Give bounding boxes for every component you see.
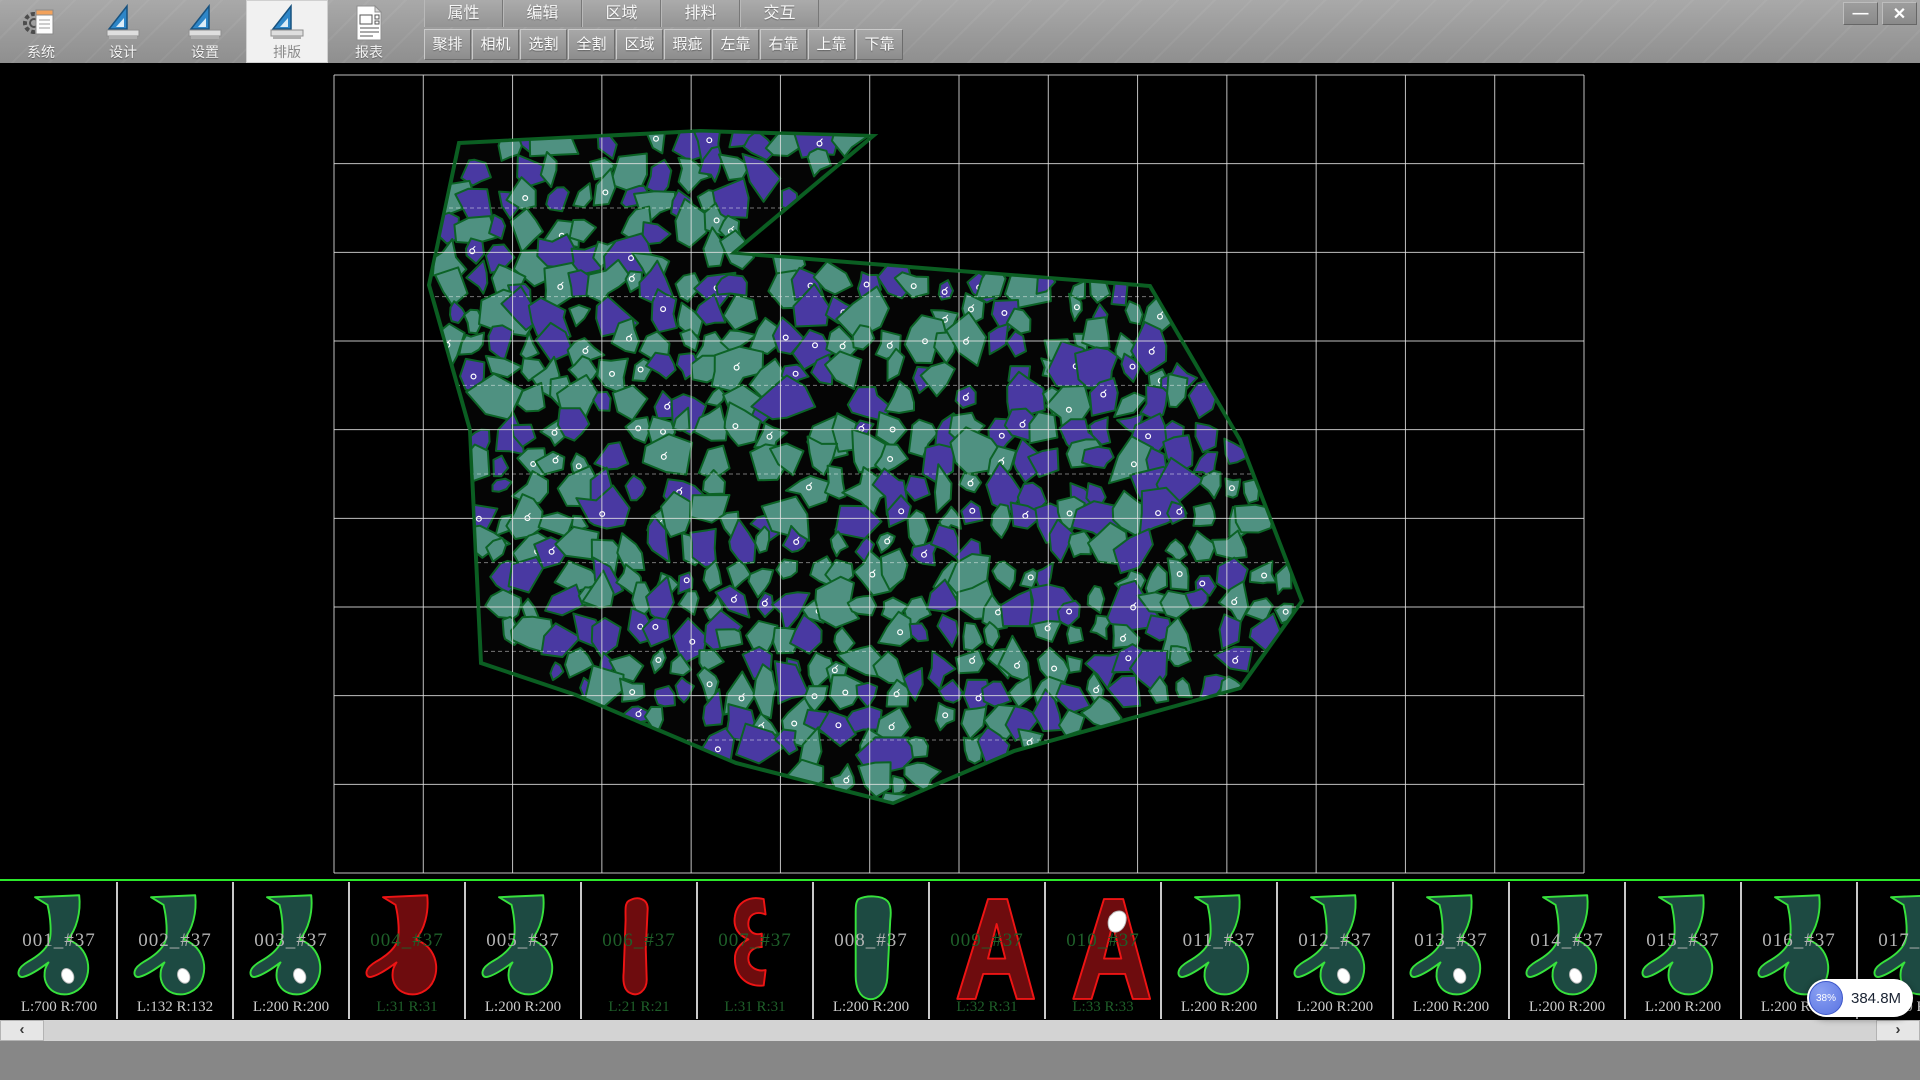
part-lr-stats: L:33 R:33 <box>1046 999 1160 1016</box>
app-button-report[interactable]: 报表 <box>328 0 410 63</box>
part-label: 005_#37 <box>466 930 580 952</box>
part-thumbnail[interactable]: 013_#37 L:200 R:200 <box>1394 882 1510 1019</box>
memory-percent: 38% <box>1816 993 1836 1004</box>
part-label: 014_#37 <box>1510 930 1624 952</box>
menu-item-nesting[interactable]: 排料 <box>661 0 740 27</box>
tool-button-snap-up[interactable]: 上靠 <box>808 29 855 60</box>
part-lr-stats: L:200 R:200 <box>1394 999 1508 1016</box>
part-label: 016_#37 <box>1742 930 1856 952</box>
gear-document-icon <box>21 3 61 43</box>
report-page-icon <box>349 3 389 43</box>
part-lr-stats: L:200 R:200 <box>466 999 580 1016</box>
part-lr-stats: L:21 R:21 <box>582 999 696 1016</box>
part-thumbnail[interactable]: 003_#37 L:200 R:200 <box>234 882 350 1019</box>
app-label: 报表 <box>355 43 383 61</box>
part-label: 006_#37 <box>582 930 696 952</box>
part-thumbnail[interactable]: 006_#37 L:21 R:21 <box>582 882 698 1019</box>
set-square-icon <box>103 3 143 43</box>
part-thumbnail[interactable]: 014_#37 L:200 R:200 <box>1510 882 1626 1019</box>
app-label: 设计 <box>109 43 137 61</box>
part-thumbnail[interactable]: 008_#37 L:200 R:200 <box>814 882 930 1019</box>
part-lr-stats: L:200 R:200 <box>1162 999 1276 1016</box>
tool-button-snap-left[interactable]: 左靠 <box>712 29 759 60</box>
part-label: 001_#37 <box>2 930 116 952</box>
part-lr-stats: L:200 R:200 <box>1510 999 1624 1016</box>
scrollbar-track[interactable] <box>44 1020 1876 1041</box>
part-thumbnail[interactable]: 012_#37 L:200 R:200 <box>1278 882 1394 1019</box>
part-label: 004_#37 <box>350 930 464 952</box>
tool-button-snap-right[interactable]: 右靠 <box>760 29 807 60</box>
tool-button-snap-down[interactable]: 下靠 <box>856 29 903 60</box>
menu-item-edit[interactable]: 编辑 <box>503 0 582 27</box>
app-label: 排版 <box>273 43 301 61</box>
window-controls: — ✕ <box>1843 2 1917 25</box>
part-thumbnail[interactable]: 005_#37 L:200 R:200 <box>466 882 582 1019</box>
app-button-settings[interactable]: 设置 <box>164 0 246 63</box>
tool-button-cut-all[interactable]: 全割 <box>568 29 615 60</box>
part-thumbnail[interactable]: 009_#37 L:32 R:31 <box>930 882 1046 1019</box>
app-label: 设置 <box>191 43 219 61</box>
nesting-canvas[interactable] <box>0 63 1920 879</box>
part-thumbnail[interactable]: 004_#37 L:31 R:31 <box>350 882 466 1019</box>
part-lr-stats: L:31 R:31 <box>350 999 464 1016</box>
app-label: 系统 <box>27 43 55 61</box>
part-label: 011_#37 <box>1162 930 1276 952</box>
app-icon-bar: 系统 设计 设置 <box>0 0 410 63</box>
set-square-icon <box>267 3 307 43</box>
menu-bar: 属性 编辑 区域 排料 交互 <box>424 0 819 28</box>
part-label: 002_#37 <box>118 930 232 952</box>
app-button-system[interactable]: 系统 <box>0 0 82 63</box>
tool-bar: 聚排 相机 选割 全割 区域 瑕疵 左靠 右靠 上靠 下靠 <box>424 29 904 61</box>
part-thumbnail[interactable]: 002_#37 L:132 R:132 <box>118 882 234 1019</box>
part-label: 012_#37 <box>1278 930 1392 952</box>
part-thumbnail[interactable]: 011_#37 L:200 R:200 <box>1162 882 1278 1019</box>
part-lr-stats: L:700 R:700 <box>2 999 116 1016</box>
canvas-area <box>0 63 1920 879</box>
part-lr-stats: L:200 R:200 <box>814 999 928 1016</box>
minimize-button[interactable]: — <box>1843 2 1878 25</box>
part-thumbnail[interactable]: 001_#37 L:700 R:700 <box>2 882 118 1019</box>
tool-button-camera[interactable]: 相机 <box>472 29 519 60</box>
part-lr-stats: L:132 R:132 <box>118 999 232 1016</box>
part-lr-stats: L:31 R:31 <box>698 999 812 1016</box>
tool-button-defect[interactable]: 瑕疵 <box>664 29 711 60</box>
close-button[interactable]: ✕ <box>1882 2 1917 25</box>
part-thumbnail[interactable]: 010_#37 L:33 R:33 <box>1046 882 1162 1019</box>
set-square-icon <box>185 3 225 43</box>
tool-button-cluster-nest[interactable]: 聚排 <box>424 29 471 60</box>
app-button-layout[interactable]: 排版 <box>246 0 328 63</box>
part-lr-stats: L:200 R:200 <box>1626 999 1740 1016</box>
tool-button-select-cut[interactable]: 选割 <box>520 29 567 60</box>
part-thumbnail[interactable]: 007_#37 L:31 R:31 <box>698 882 814 1019</box>
memory-percent-circle: 38% <box>1809 981 1843 1015</box>
part-label: 007_#37 <box>698 930 812 952</box>
menu-item-region[interactable]: 区域 <box>582 0 661 27</box>
part-label: 003_#37 <box>234 930 348 952</box>
part-label: 015_#37 <box>1626 930 1740 952</box>
part-label: 013_#37 <box>1394 930 1508 952</box>
menu-item-interaction[interactable]: 交互 <box>740 0 819 27</box>
tool-button-region[interactable]: 区域 <box>616 29 663 60</box>
app-button-design[interactable]: 设计 <box>82 0 164 63</box>
part-thumbnail[interactable]: 015_#37 L:200 R:200 <box>1626 882 1742 1019</box>
part-label: 009_#37 <box>930 930 1044 952</box>
horizontal-scrollbar[interactable]: ‹ › <box>0 1020 1920 1041</box>
part-label: 008_#37 <box>814 930 928 952</box>
status-bar <box>0 1041 1920 1080</box>
part-label: 017_#37 <box>1858 930 1920 952</box>
scroll-left-button[interactable]: ‹ <box>0 1020 44 1041</box>
part-label: 010_#37 <box>1046 930 1160 952</box>
part-lr-stats: L:200 R:200 <box>234 999 348 1016</box>
part-lr-stats: L:32 R:31 <box>930 999 1044 1016</box>
parts-strip: 001_#37L:700 R:700002_#37L:132 R:132003_… <box>0 879 1920 1020</box>
memory-value: 384.8M <box>1851 990 1901 1007</box>
menu-item-properties[interactable]: 属性 <box>424 0 503 27</box>
memory-usage-badge: 38% 384.8M <box>1807 979 1913 1017</box>
part-lr-stats: L:200 R:200 <box>1278 999 1392 1016</box>
toolbar: 系统 设计 设置 <box>0 0 1920 63</box>
scroll-right-button[interactable]: › <box>1876 1020 1920 1041</box>
